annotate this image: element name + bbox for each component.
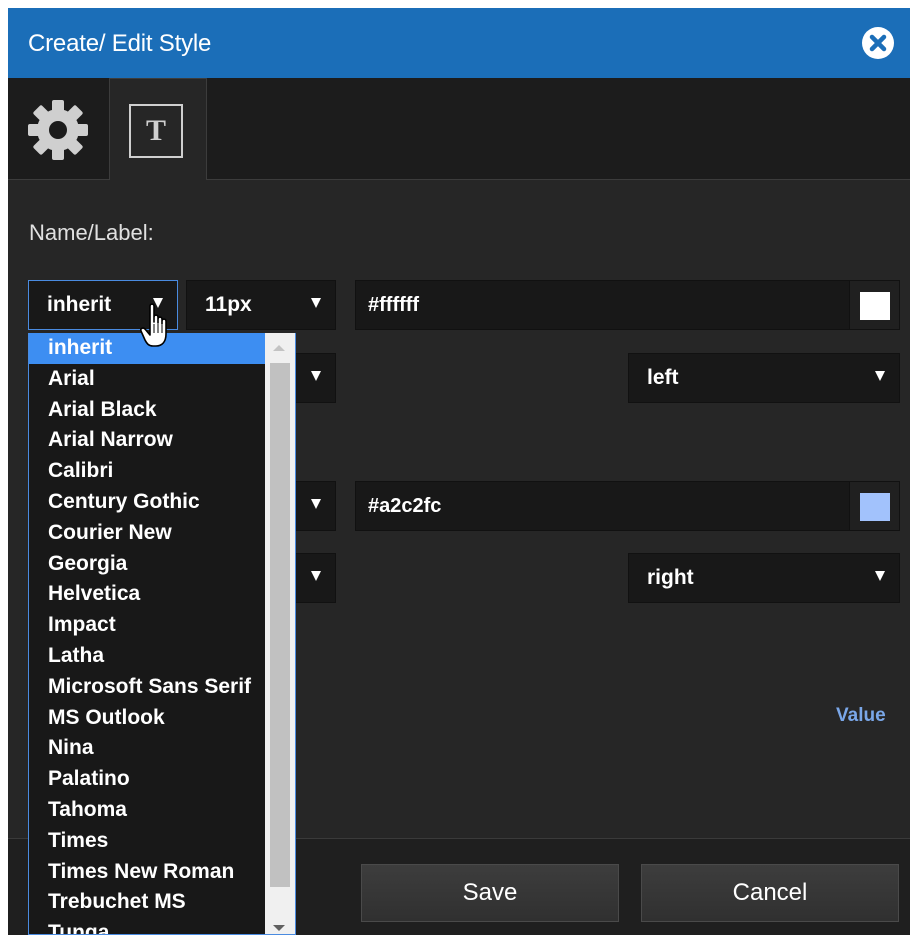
dropdown-option[interactable]: Trebuchet MS (29, 887, 265, 918)
chevron-down-icon (311, 499, 321, 509)
chevron-down-icon (875, 571, 885, 581)
value-preview-link[interactable]: Value (836, 705, 886, 727)
tab-bar: T (8, 78, 910, 180)
dropdown-options: inherit Arial Arial Black Arial Narrow C… (29, 333, 265, 934)
value-color-field[interactable]: #a2c2fc (355, 481, 900, 531)
label-align-select[interactable]: left (628, 353, 900, 403)
color-swatch (860, 493, 890, 521)
dialog-title: Create/ Edit Style (28, 30, 212, 57)
dialog-titlebar: Create/ Edit Style (8, 8, 910, 78)
dropdown-option[interactable]: Tahoma (29, 795, 265, 826)
dropdown-option[interactable]: MS Outlook (29, 703, 265, 734)
value-color-value: #a2c2fc (368, 495, 442, 517)
chevron-down-icon (153, 298, 163, 308)
font-family-value: inherit (47, 293, 112, 316)
color-swatch (860, 292, 890, 320)
name-label-heading: Name/Label: (29, 220, 154, 245)
dropdown-option[interactable]: Courier New (29, 518, 265, 549)
color-swatch-button[interactable] (849, 482, 899, 530)
dropdown-option[interactable]: Microsoft Sans Serif (29, 672, 265, 703)
font-family-select[interactable]: inherit (28, 280, 178, 330)
dropdown-option[interactable]: Arial Black (29, 395, 265, 426)
dropdown-option[interactable]: inherit (29, 333, 265, 364)
dropdown-option[interactable]: Times (29, 826, 265, 857)
gear-icon (28, 100, 88, 160)
close-icon[interactable] (861, 26, 895, 60)
tab-settings[interactable] (8, 86, 108, 179)
chevron-down-icon (875, 371, 885, 381)
dropdown-option[interactable]: Tunga (29, 918, 265, 934)
scroll-down-arrow-icon[interactable] (273, 925, 285, 931)
font-family-dropdown-list[interactable]: inherit Arial Arial Black Arial Narrow C… (28, 333, 296, 935)
dropdown-scrollbar[interactable] (265, 333, 295, 934)
dropdown-option[interactable]: Nina (29, 733, 265, 764)
dropdown-option[interactable]: Times New Roman (29, 857, 265, 888)
cancel-button[interactable]: Cancel (641, 864, 899, 922)
text-t-icon: T (129, 104, 183, 158)
chevron-down-icon (311, 298, 321, 308)
label-color-value: #ffffff (368, 294, 420, 316)
dropdown-option[interactable]: Arial (29, 364, 265, 395)
dropdown-option[interactable]: Palatino (29, 764, 265, 795)
value-align-value: right (647, 566, 694, 589)
dropdown-option[interactable]: Georgia (29, 549, 265, 580)
font-size-select[interactable]: 11px (186, 280, 336, 330)
scroll-up-arrow-icon[interactable] (273, 345, 285, 351)
dropdown-option[interactable]: Century Gothic (29, 487, 265, 518)
dropdown-option[interactable]: Arial Narrow (29, 425, 265, 456)
label-align-value: left (647, 366, 679, 389)
font-size-value: 11px (205, 293, 252, 316)
chevron-down-icon (311, 571, 321, 581)
chevron-down-icon (311, 371, 321, 381)
dropdown-option[interactable]: Impact (29, 610, 265, 641)
tab-text-style[interactable]: T (109, 78, 207, 180)
save-button[interactable]: Save (361, 864, 619, 922)
value-align-select[interactable]: right (628, 553, 900, 603)
color-swatch-button[interactable] (849, 281, 899, 329)
dropdown-option[interactable]: Latha (29, 641, 265, 672)
label-color-field[interactable]: #ffffff (355, 280, 900, 330)
dropdown-option[interactable]: Calibri (29, 456, 265, 487)
dropdown-option[interactable]: Helvetica (29, 579, 265, 610)
scrollbar-thumb[interactable] (270, 363, 290, 887)
